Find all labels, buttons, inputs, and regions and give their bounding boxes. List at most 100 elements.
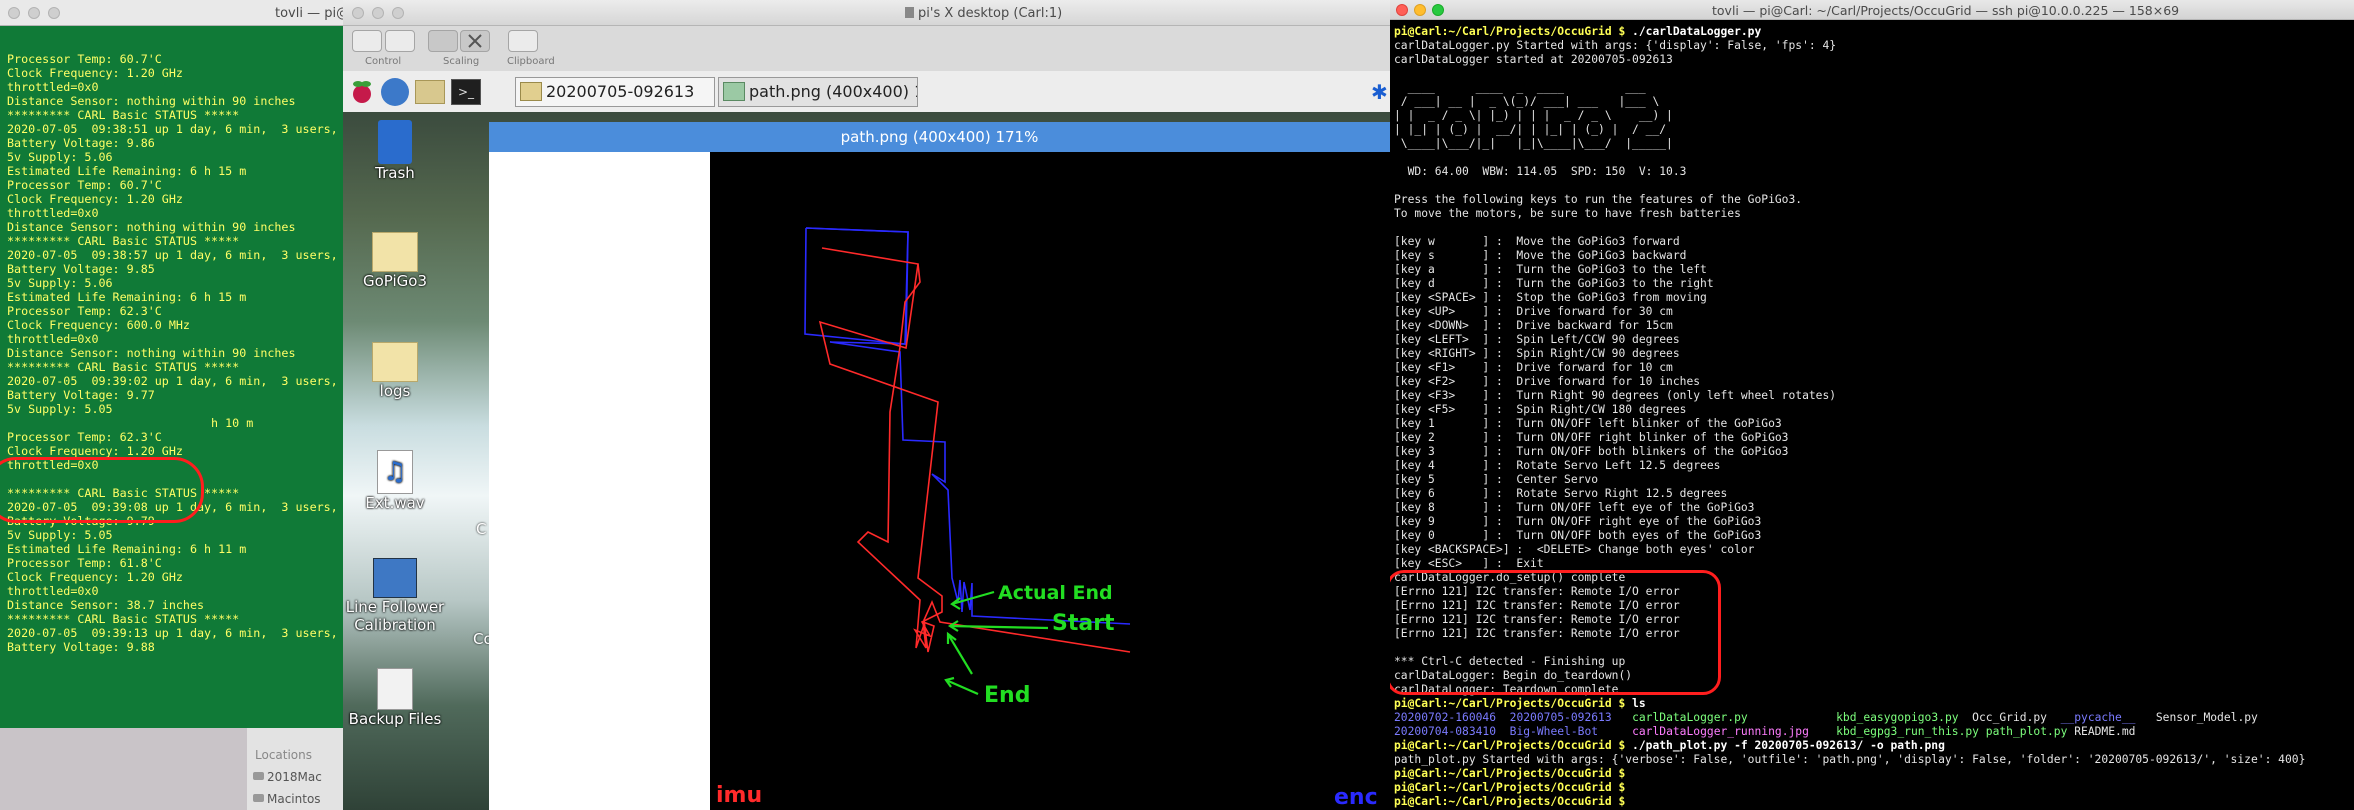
left-terminal-line: throttled=0x0 <box>7 80 99 94</box>
ls-line: 20200702-160046 20200705-092613 carlData… <box>1394 711 2354 725</box>
close-button[interactable] <box>352 7 364 19</box>
bluetooth-icon[interactable]: ✱ <box>1371 81 1388 103</box>
red-highlight-circle <box>0 457 204 523</box>
left-terminal-line: Processor Temp: 61.8'C <box>7 556 162 570</box>
terminal-icon[interactable]: >_ <box>451 79 481 105</box>
vnc-titlebar[interactable]: pi's X desktop (Carl:1) <box>343 0 1390 26</box>
terminal-text: [key s ] : Move the GoPiGo3 backward <box>1394 249 1687 262</box>
terminal-line: [key 0 ] : Turn ON/OFF both eyes of the … <box>1394 529 2354 543</box>
prompt-line: pi@Carl:~/Carl/Projects/OccuGrid $ ls <box>1394 697 2354 711</box>
right-terminal-title: tovli — pi@Carl: ~/Carl/Projects/OccuGri… <box>1712 3 2180 18</box>
left-terminal-line: Clock Frequency: 1.20 GHz <box>7 570 183 584</box>
terminal-text: [key 8 ] : Turn ON/OFF left eye of the G… <box>1394 501 1755 514</box>
path-plot-svg: Actual End Start End imu enc <box>716 227 1378 810</box>
shell-prompt: pi@Carl:~/Carl/Projects/OccuGrid $ <box>1394 795 1626 808</box>
terminal-line: carlDataLogger.py Started with args: {'d… <box>1394 39 2354 53</box>
desktop-icon-backup-files[interactable]: Backup Files <box>343 668 455 728</box>
terminal-text: [key <F3> ] : Turn Right 90 degrees (onl… <box>1394 389 1837 402</box>
terminal-text: [key 4 ] : Rotate Servo Left 12.5 degree… <box>1394 459 1721 472</box>
desktop-icon-trash[interactable]: Trash <box>343 120 455 182</box>
desktop-icon-line-follower[interactable]: Line Follower Calibration <box>343 558 455 634</box>
taskbar-folder-task[interactable]: 20200705-092613 <box>515 77 715 107</box>
minimize-button[interactable] <box>28 7 40 19</box>
vnc-viewer-window[interactable]: pi's X desktop (Carl:1) Control Scaling … <box>343 0 1390 810</box>
left-terminal-window[interactable]: tovli — pi@ Processor Temp: 60.7'C Clock … <box>0 0 346 728</box>
taskbar-image-task[interactable]: path.png (400x400) 1... <box>718 77 918 107</box>
desktop-icon-gopigo3[interactable]: GoPiGo3 <box>343 232 455 290</box>
terminal-text: [key <F5> ] : Spin Right/CW 180 degrees <box>1394 403 1687 416</box>
image-viewer-title[interactable]: path.png (400x400) 171% <box>489 122 1390 152</box>
shell-command: ./carlDataLogger.py <box>1625 25 1762 38</box>
image-viewer-window[interactable]: path.png (400x400) 171% Actual End Start <box>489 122 1390 810</box>
terminal-text: [key <LEFT> ] : Spin Left/CCW 90 degrees <box>1394 333 1680 346</box>
left-terminal-line: 5v Supply: 5.05 <box>7 402 113 416</box>
imu-path-line <box>856 263 926 649</box>
terminal-text: carlDataLogger started at 20200705-09261… <box>1394 53 1673 66</box>
web-browser-icon[interactable] <box>381 78 409 106</box>
ls-entry: Occ_Grid.py <box>1972 711 2047 724</box>
right-terminal-titlebar[interactable]: tovli — pi@Carl: ~/Carl/Projects/OccuGri… <box>1390 0 2354 20</box>
desktop-icon-label: logs <box>379 382 411 400</box>
clipboard-button[interactable] <box>508 30 538 52</box>
shell-prompt: pi@Carl:~/Carl/Projects/OccuGrid $ <box>1394 767 1626 780</box>
left-terminal-line: throttled=0x0 <box>7 584 99 598</box>
terminal-line: [key <DOWN> ] : Drive backward for 15cm <box>1394 319 2354 333</box>
finder-location-item[interactable]: Macintos <box>267 792 321 806</box>
terminal-line: [key <F3> ] : Turn Right 90 degrees (onl… <box>1394 389 2354 403</box>
scaling-fit-button[interactable] <box>428 30 458 52</box>
desktop-icon-label: GoPiGo3 <box>362 272 428 290</box>
zoom-button[interactable] <box>48 7 60 19</box>
minimize-button[interactable] <box>1414 4 1426 16</box>
right-terminal-window[interactable]: tovli — pi@Carl: ~/Carl/Projects/OccuGri… <box>1390 0 2354 810</box>
ls-entry: README.md <box>2074 725 2136 738</box>
image-icon <box>723 82 745 101</box>
zoom-button[interactable] <box>392 7 404 19</box>
minimize-button[interactable] <box>372 7 384 19</box>
file-manager-icon[interactable] <box>415 80 445 104</box>
desktop-icon-ext-wav[interactable]: ♫ Ext.wav <box>343 450 455 512</box>
finder-locations-header: Locations <box>255 748 313 762</box>
prompt-line: pi@Carl:~/Carl/Projects/OccuGrid $ <box>1394 767 2354 781</box>
end-label: End <box>984 683 1030 708</box>
left-terminal-titlebar[interactable]: tovli — pi@ <box>0 0 345 26</box>
terminal-line: [key 1 ] : Turn ON/OFF left blinker of t… <box>1394 417 2354 431</box>
close-button[interactable] <box>1396 4 1408 16</box>
pi-taskbar: >_ 20200705-092613 path.png (400x400) 1.… <box>343 71 1390 113</box>
terminal-text: [key 0 ] : Turn ON/OFF both eyes of the … <box>1394 529 1762 542</box>
left-terminal-line: Processor Temp: 60.7'C <box>7 52 162 66</box>
scaling-fullscreen-button[interactable] <box>460 30 490 52</box>
ls-entry: __pycache__ <box>2060 711 2136 724</box>
zoom-button[interactable] <box>1432 4 1444 16</box>
left-terminal-line: 5v Supply: 5.06 <box>7 150 113 164</box>
ls-entry: carlDataLogger.py <box>1632 711 1748 724</box>
control-alt-button[interactable] <box>385 30 415 52</box>
document-icon <box>905 7 914 18</box>
raspberry-menu-icon[interactable] <box>349 79 375 105</box>
left-terminal-line: Clock Frequency: 600.0 MHz <box>7 318 190 332</box>
terminal-line: [key <ESC> ] : Exit <box>1394 557 2354 571</box>
shell-prompt: pi@Carl:~/Carl/Projects/OccuGrid $ <box>1394 739 1626 752</box>
terminal-line: carlDataLogger started at 20200705-09261… <box>1394 53 2354 67</box>
left-terminal-line: Processor Temp: 62.3'C <box>7 304 162 318</box>
taskbar-folder-label: 20200705-092613 <box>546 82 695 101</box>
desktop-icon-logs[interactable]: logs <box>343 342 455 400</box>
ls-entry: kbd_egpg3_run_this.py <box>1836 725 1979 738</box>
path-image: Actual End Start End imu enc <box>710 152 1390 810</box>
shell-command: ./path_plot.py -f 20200705-092613/ -o pa… <box>1625 739 1945 752</box>
control-button[interactable] <box>352 30 382 52</box>
drive-icon <box>253 794 264 802</box>
terminal-line: [key <UP> ] : Drive forward for 30 cm <box>1394 305 2354 319</box>
pi-desktop[interactable]: Trash GoPiGo3 logs ♫ Ext.wav Line Follow… <box>343 112 1390 810</box>
prompt-line: pi@Carl:~/Carl/Projects/OccuGrid $ ./car… <box>1394 25 2354 39</box>
prompt-line: pi@Carl:~/Carl/Projects/OccuGrid $ <box>1394 781 2354 795</box>
folder-icon <box>372 232 418 272</box>
left-terminal-line: Distance Sensor: 38.7 inches <box>7 598 205 612</box>
drive-icon <box>253 772 264 780</box>
left-terminal-line: 5v Supply: 5.05 <box>7 528 113 542</box>
close-button[interactable] <box>8 7 20 19</box>
finder-location-item[interactable]: 2018Mac <box>267 770 322 784</box>
terminal-text: [key <SPACE> ] : Stop the GoPiGo3 from m… <box>1394 291 1707 304</box>
terminal-line: [key <F5> ] : Spin Right/CW 180 degrees <box>1394 403 2354 417</box>
ls-entry: 20200702-160046 <box>1394 711 1497 724</box>
